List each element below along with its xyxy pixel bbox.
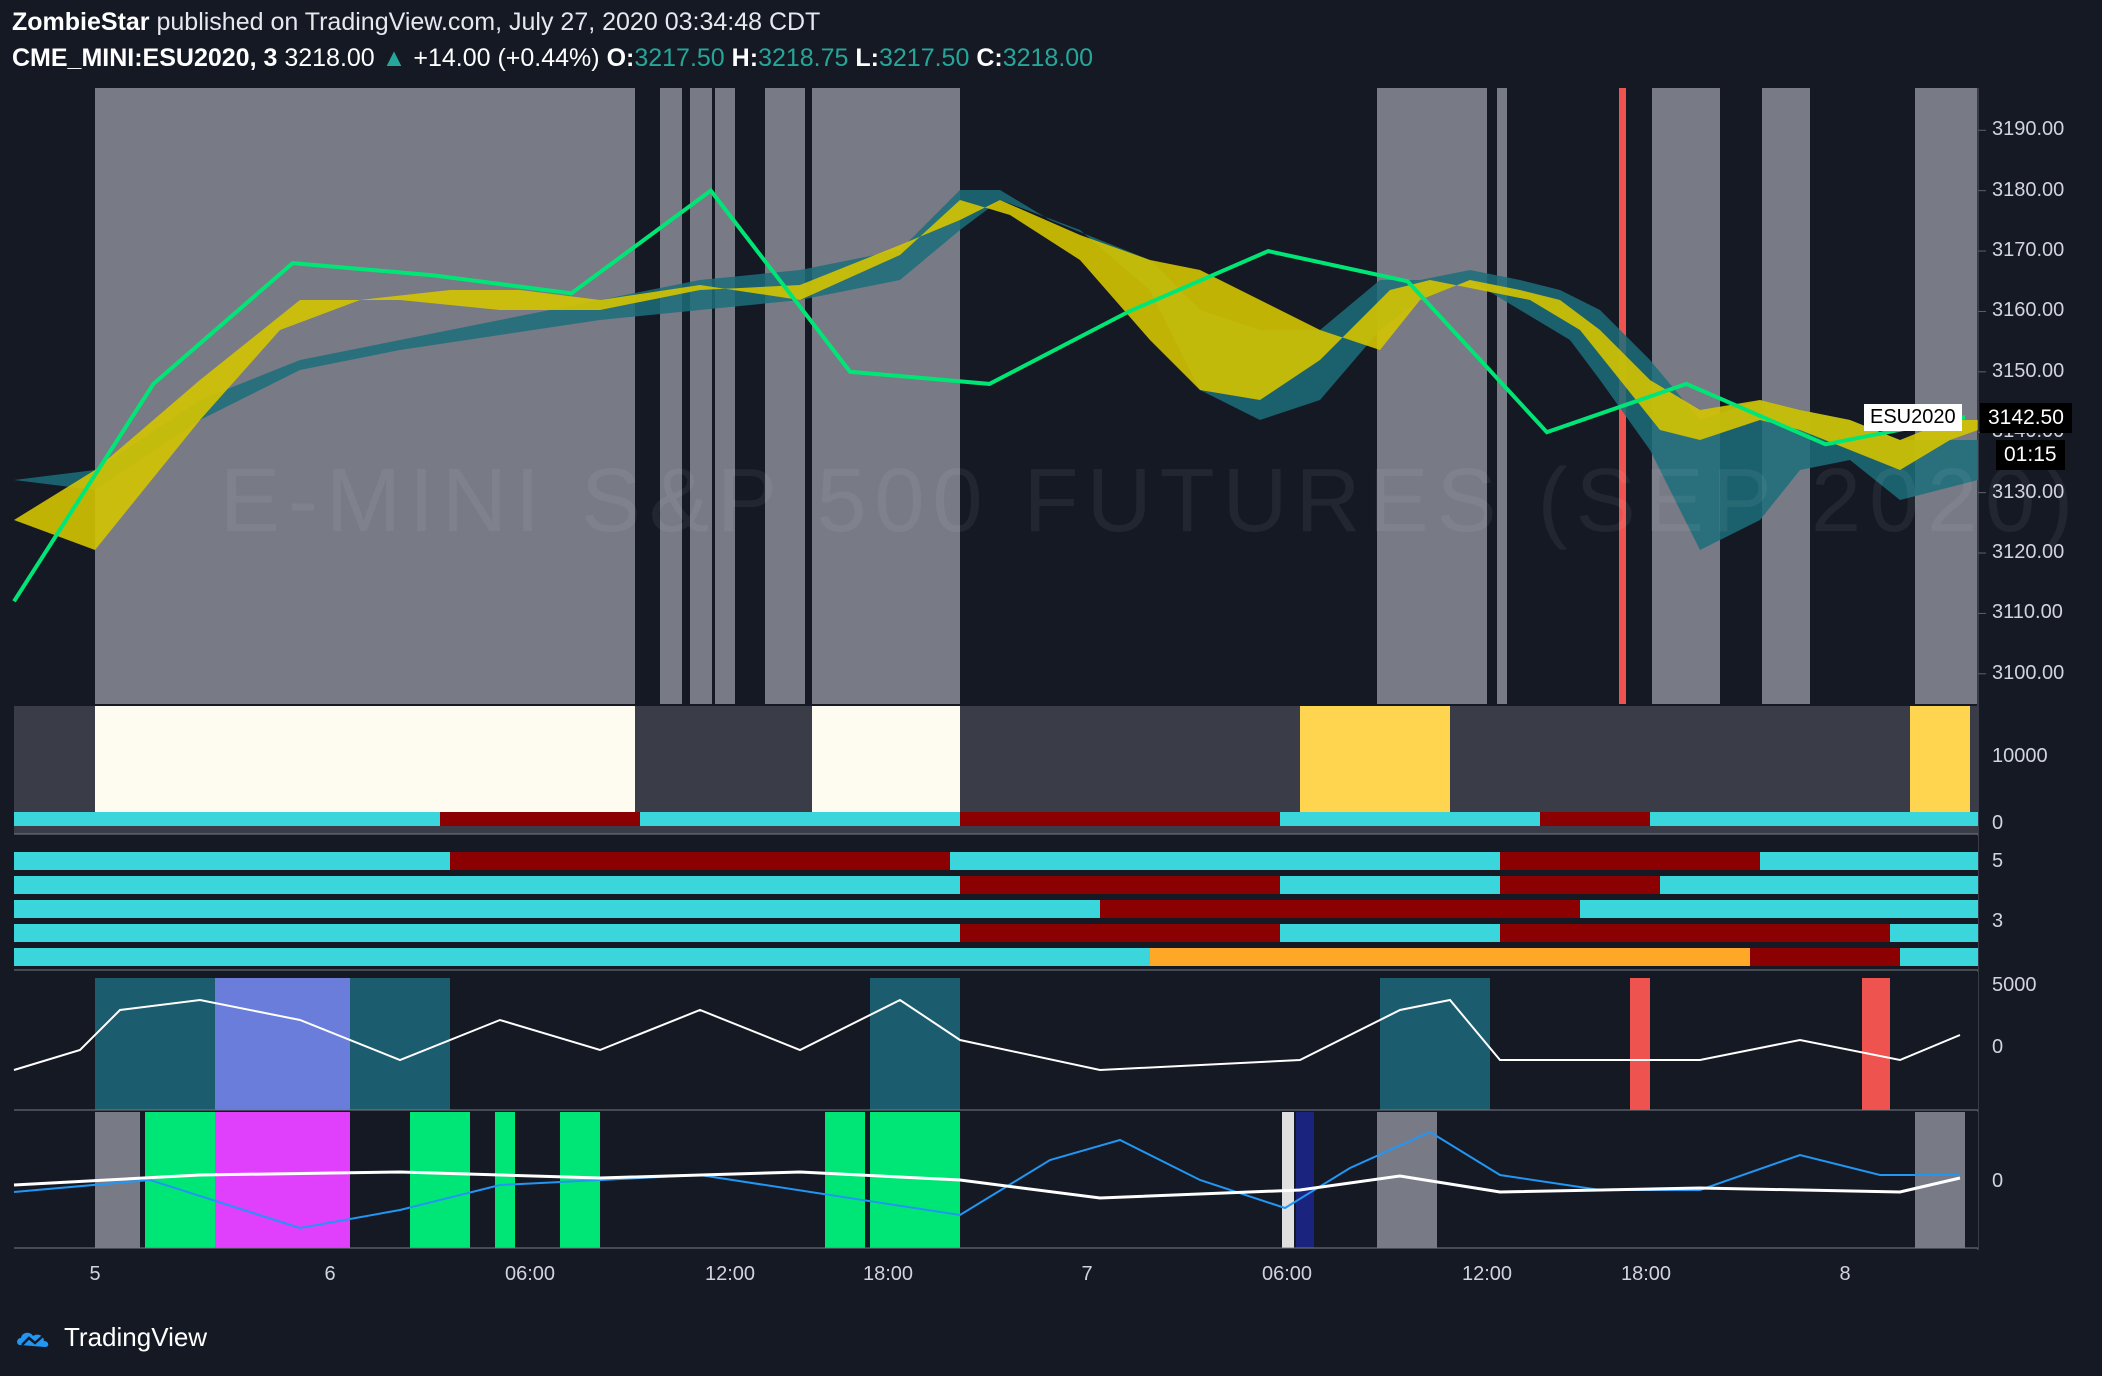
osc-axis-tick: 5000	[1992, 974, 2037, 996]
strip-2-red	[960, 876, 1280, 894]
strip-3-red	[1100, 900, 1580, 918]
price-axis-tick: 3120.00	[1992, 541, 2065, 564]
session-block	[765, 88, 805, 704]
footer: TradingView	[14, 1322, 207, 1353]
symbol-watermark: E-MINI S&P 500 FUTURES (SEP 2020)	[220, 451, 2082, 551]
price-axis-tick: 3150.00	[1992, 359, 2065, 382]
ribbon-axis-tick: 5	[1992, 850, 2004, 872]
chart-canvas[interactable]	[0, 0, 2102, 1376]
session-block	[660, 88, 682, 704]
session-block	[715, 88, 735, 704]
time-axis-tick: 06:00	[1261, 1263, 1313, 1285]
ribbon-axis-tick: 3	[1992, 910, 2004, 932]
volume-highlight	[1910, 706, 1970, 816]
volume-highlight	[812, 706, 960, 816]
price-axis-tick: 3110.00	[1992, 601, 2063, 624]
price-axis-tick: 3190.00	[1992, 118, 2065, 141]
osc-zone	[1862, 978, 1890, 1110]
osc-axis-tick: 0	[1992, 1036, 2004, 1058]
time-axis-tick: 06:00	[504, 1263, 556, 1285]
strip-5-red	[1750, 948, 1900, 966]
ribbon-strips-pane[interactable]	[14, 836, 1978, 971]
osc-zone	[870, 978, 960, 1110]
time-axis-tick: 18:00	[862, 1263, 914, 1285]
strip-1-red	[1500, 852, 1760, 870]
osc-zone	[1380, 978, 1490, 1110]
strip-4-red	[1500, 924, 1890, 942]
time-axis-tick: 12:00	[1461, 1263, 1513, 1285]
strip-3	[14, 900, 1978, 918]
price-axis-tick: 3180.00	[1992, 178, 2065, 201]
last-price-tag: 3142.50	[1980, 403, 2072, 433]
session-block	[1377, 88, 1487, 704]
session-block	[1915, 88, 1977, 704]
strip-4-red	[960, 924, 1280, 942]
volume-highlight	[1300, 706, 1450, 816]
strip-2-red	[1500, 876, 1660, 894]
session-block	[95, 88, 635, 704]
volume-baseline-band	[960, 812, 1280, 826]
bottom-zone	[1282, 1112, 1294, 1248]
osc-zone	[350, 978, 450, 1110]
time-axis-tick: 7	[1081, 1263, 1093, 1285]
strip-5-orange	[1150, 948, 1750, 966]
session-block	[690, 88, 712, 704]
volume-axis-tick: 0	[1992, 812, 2004, 834]
session-block	[812, 88, 960, 704]
bottom-zone	[495, 1112, 515, 1248]
volume-axis-tick: 10000	[1992, 745, 2048, 767]
volume-baseline-band	[1540, 812, 1650, 826]
bottom-zone	[825, 1112, 865, 1248]
osc-zone	[95, 978, 215, 1110]
session-block	[1497, 88, 1507, 704]
price-axis-tick: 3170.00	[1992, 239, 2065, 262]
tradingview-logo-icon[interactable]	[14, 1325, 54, 1351]
oscillator-pane[interactable]	[13, 972, 1978, 1111]
bottom-axis-tick: 0	[1992, 1170, 2004, 1192]
symbol-price-tag: ESU2020	[1864, 404, 1962, 431]
bottom-pane[interactable]	[13, 1112, 1978, 1249]
price-axis-tick: 3100.00	[1992, 661, 2065, 684]
volume-pane[interactable]	[14, 706, 1978, 835]
bottom-zone	[410, 1112, 470, 1248]
time-axis-tick: 8	[1839, 1263, 1851, 1285]
bottom-zone	[215, 1112, 350, 1248]
time-axis-tick: 12:00	[704, 1263, 756, 1285]
price-axis-tick: 3130.00	[1992, 480, 2065, 503]
volume-highlight	[95, 706, 635, 816]
strip-1-red	[450, 852, 950, 870]
session-block	[1762, 88, 1810, 704]
time-axis-tick: 5	[89, 1263, 101, 1285]
volume-baseline-band	[440, 812, 640, 826]
bottom-zone	[145, 1112, 215, 1248]
time-axis-tick: 6	[324, 1263, 336, 1285]
osc-zone	[1630, 978, 1650, 1110]
time-axis-tick: 18:00	[1620, 1263, 1672, 1285]
brand-name[interactable]: TradingView	[64, 1322, 207, 1353]
bar-countdown: 01:15	[1996, 440, 2065, 470]
bottom-zone	[1296, 1112, 1314, 1248]
price-axis-tick: 3160.00	[1992, 299, 2065, 322]
osc-zone	[215, 978, 350, 1110]
